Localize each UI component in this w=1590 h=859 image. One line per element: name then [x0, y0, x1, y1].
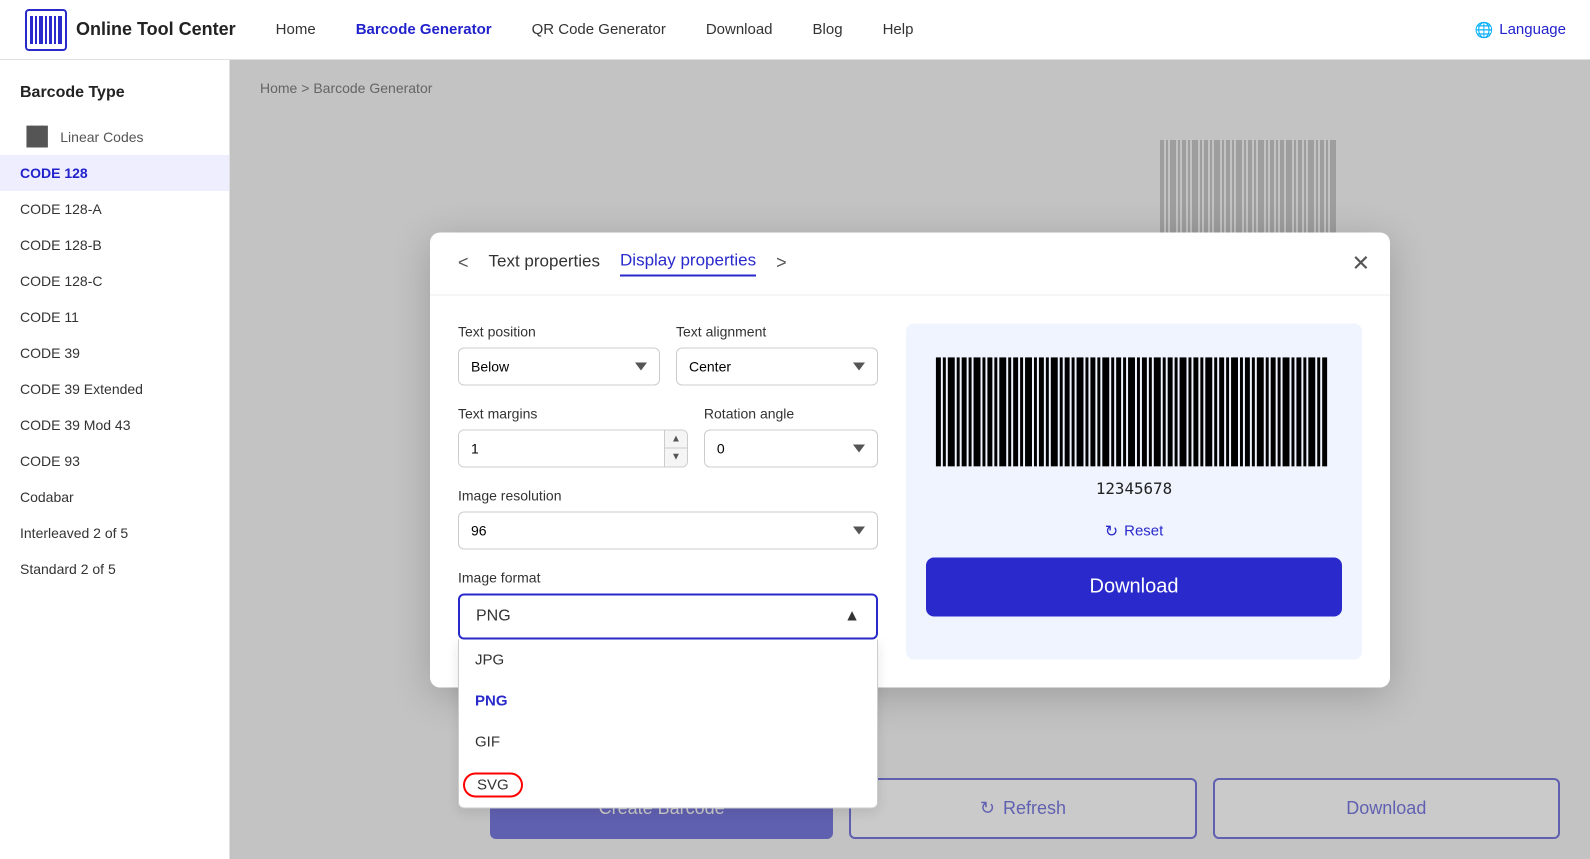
sidebar-item-code128c[interactable]: CODE 128-C — [0, 263, 229, 299]
image-resolution-group: Image resolution 96 — [458, 487, 878, 549]
format-option-jpg[interactable]: JPG — [459, 639, 877, 680]
text-position-label: Text position — [458, 323, 660, 339]
properties-modal: < Text properties Display properties > ✕… — [430, 232, 1390, 687]
nav-qr-code-generator[interactable]: QR Code Generator — [532, 21, 666, 38]
text-margins-input-container: ▲ ▼ — [458, 429, 688, 467]
modal-close-button[interactable]: ✕ — [1352, 250, 1370, 276]
text-margins-input[interactable] — [459, 430, 664, 466]
sidebar-item-code128[interactable]: CODE 128 — [0, 155, 229, 191]
sidebar-linear-codes-label: Linear Codes — [60, 129, 143, 145]
sidebar-item-code11[interactable]: CODE 11 — [0, 299, 229, 335]
text-position-select[interactable]: Below — [458, 347, 660, 385]
preview-column: 12345678 ↻ Reset Download — [906, 323, 1362, 659]
rotation-angle-select[interactable]: 0 — [704, 429, 878, 467]
barcode-preview: 12345678 — [926, 347, 1342, 505]
nav-help[interactable]: Help — [883, 21, 914, 38]
barcode-mini-icon: ▐█▌ — [20, 126, 52, 147]
svg-circle-highlight: SVG — [463, 772, 523, 797]
sidebar-item-code128b[interactable]: CODE 128-B — [0, 227, 229, 263]
sidebar-item-code93[interactable]: CODE 93 — [0, 443, 229, 479]
sidebar-item-code39[interactable]: CODE 39 — [0, 335, 229, 371]
main-content: Home > Barcode Generator — [230, 60, 1590, 859]
logo[interactable]: Online Tool Center — [24, 8, 236, 52]
text-margins-down[interactable]: ▼ — [665, 449, 687, 467]
form-column: Text position Below Text alignment Cente… — [458, 323, 878, 659]
sidebar-item-interleaved25[interactable]: Interleaved 2 of 5 — [0, 515, 229, 551]
sidebar-item-standard25[interactable]: Standard 2 of 5 — [0, 551, 229, 587]
sidebar-title: Barcode Type — [0, 84, 229, 118]
page-body: Barcode Type ▐█▌ Linear Codes CODE 128 C… — [0, 60, 1590, 859]
sidebar-item-codabar[interactable]: Codabar — [0, 479, 229, 515]
rotation-angle-group: Rotation angle 0 — [704, 405, 878, 467]
nav-download[interactable]: Download — [706, 21, 773, 38]
text-alignment-group: Text alignment Center — [676, 323, 878, 385]
nav-barcode-generator[interactable]: Barcode Generator — [356, 21, 492, 38]
modal-header: < Text properties Display properties > ✕ — [430, 232, 1390, 295]
image-format-value: PNG — [476, 607, 511, 625]
nav-blog[interactable]: Blog — [813, 21, 843, 38]
image-format-dropdown: JPG PNG GIF SVG — [458, 639, 878, 808]
image-format-select-box[interactable]: PNG ▲ — [458, 593, 878, 639]
image-format-label: Image format — [458, 569, 878, 585]
format-option-svg[interactable]: SVG — [459, 762, 877, 807]
text-margins-label: Text margins — [458, 405, 688, 421]
sidebar: Barcode Type ▐█▌ Linear Codes CODE 128 C… — [0, 60, 230, 859]
modal-download-button[interactable]: Download — [926, 557, 1342, 616]
globe-icon: 🌐 — [1475, 21, 1494, 39]
image-format-group: Image format PNG ▲ JPG PNG GIF — [458, 569, 878, 639]
text-alignment-label: Text alignment — [676, 323, 878, 339]
sidebar-item-code128a[interactable]: CODE 128-A — [0, 191, 229, 227]
tab-text-properties[interactable]: Text properties — [489, 251, 601, 275]
form-row-3: Image resolution 96 — [458, 487, 878, 549]
navbar: Online Tool Center Home Barcode Generato… — [0, 0, 1590, 60]
format-option-gif[interactable]: GIF — [459, 721, 877, 762]
sidebar-section-label: ▐█▌ Linear Codes — [0, 118, 229, 155]
nav-home[interactable]: Home — [276, 21, 316, 38]
reset-button[interactable]: ↻ Reset — [1105, 521, 1164, 541]
nav-right-arrow[interactable]: > — [776, 253, 787, 274]
text-position-group: Text position Below — [458, 323, 660, 385]
logo-text: Online Tool Center — [76, 19, 236, 40]
language-label: Language — [1499, 21, 1566, 38]
tab-display-properties[interactable]: Display properties — [620, 250, 756, 276]
image-resolution-select[interactable]: 96 — [458, 511, 878, 549]
modal-body: Text position Below Text alignment Cente… — [430, 295, 1390, 687]
nav-left-arrow[interactable]: < — [458, 253, 469, 274]
svg-text:12345678: 12345678 — [1096, 479, 1172, 498]
image-resolution-label: Image resolution — [458, 487, 878, 503]
nav-links: Home Barcode Generator QR Code Generator… — [276, 21, 1475, 38]
sidebar-item-code39ext[interactable]: CODE 39 Extended — [0, 371, 229, 407]
form-row-1: Text position Below Text alignment Cente… — [458, 323, 878, 385]
sidebar-item-code39mod43[interactable]: CODE 39 Mod 43 — [0, 407, 229, 443]
reset-label: Reset — [1124, 523, 1163, 540]
text-margins-arrows: ▲ ▼ — [664, 430, 687, 466]
form-row-4: Image format PNG ▲ JPG PNG GIF — [458, 569, 878, 639]
chevron-down-icon: ▲ — [844, 607, 860, 625]
logo-icon — [24, 8, 68, 52]
text-margins-group: Text margins ▲ ▼ — [458, 405, 688, 467]
image-format-container: PNG ▲ JPG PNG GIF SVG — [458, 593, 878, 639]
form-row-2: Text margins ▲ ▼ Rotation angle — [458, 405, 878, 467]
language-selector[interactable]: 🌐 Language — [1475, 21, 1566, 39]
text-margins-up[interactable]: ▲ — [665, 430, 687, 449]
reset-icon: ↻ — [1105, 521, 1118, 541]
format-option-png[interactable]: PNG — [459, 680, 877, 721]
rotation-angle-label: Rotation angle — [704, 405, 878, 421]
text-alignment-select[interactable]: Center — [676, 347, 878, 385]
